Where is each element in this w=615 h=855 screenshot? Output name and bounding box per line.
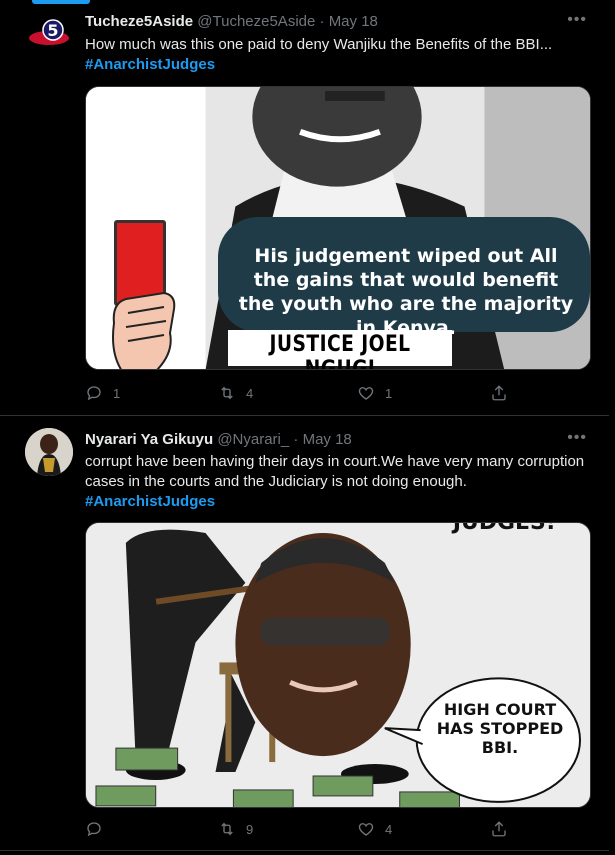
more-horizontal-icon[interactable]: •••	[567, 428, 587, 448]
separator: ·	[293, 431, 299, 448]
tweet-text: How much was this one paid to deny Wanji…	[85, 36, 553, 53]
author-handle[interactable]: @Tucheze5Aside	[197, 13, 315, 30]
cartoon-top-text: JUDGES!	[451, 523, 556, 535]
like-button[interactable]: 1	[357, 384, 392, 402]
cartoon-illustration: JUDGES!	[86, 523, 590, 807]
like-button[interactable]: 4	[357, 820, 392, 838]
hashtag-link[interactable]: #AnarchistJudges	[85, 492, 215, 512]
more-horizontal-icon[interactable]: •••	[567, 10, 587, 30]
hashtag-link[interactable]: #AnarchistJudges	[85, 55, 215, 75]
retweet-button[interactable]: 9	[218, 820, 253, 838]
tweet[interactable]: Nyarari Ya Gikuyu @Nyarari_ · May 18 •••…	[0, 416, 609, 850]
share-icon	[492, 385, 506, 401]
tweet-image[interactable]: JUDGES! HIGH COURT HAS	[85, 522, 591, 808]
speech-bubble-text: HIGH COURT HAS STOPPED BBI.	[436, 700, 564, 757]
reply-icon	[87, 822, 101, 837]
share-button[interactable]	[490, 820, 508, 838]
tweet-header: Nyarari Ya Gikuyu @Nyarari_ · May 18 •••	[85, 428, 587, 450]
hand-icon	[112, 291, 176, 369]
avatar[interactable]	[25, 428, 73, 476]
avatar-logo-text: 5	[47, 21, 58, 40]
reply-count: 1	[113, 385, 121, 401]
tweet-text: corrupt have been having their days in c…	[85, 453, 585, 490]
retweet-icon	[221, 386, 233, 400]
tweet-actions: 1 4 1	[85, 384, 510, 404]
media-caption: His judgement wiped out All the gains th…	[238, 245, 574, 339]
author-handle[interactable]: @Nyarari_	[217, 431, 289, 448]
tweet-header: Tucheze5Aside @Tucheze5Aside · May 18 ••…	[85, 10, 587, 32]
tweet-image[interactable]: His judgement wiped out All the gains th…	[85, 86, 591, 370]
reply-button[interactable]	[85, 820, 113, 838]
retweet-count: 4	[246, 385, 254, 401]
tweet-date[interactable]: May 18	[303, 431, 352, 448]
heart-icon	[358, 823, 374, 836]
tweet-date[interactable]: May 18	[329, 13, 378, 30]
share-button[interactable]	[490, 384, 508, 402]
author-name[interactable]: Tucheze5Aside	[85, 13, 193, 30]
retweet-button[interactable]: 4	[218, 384, 253, 402]
retweet-icon	[221, 822, 233, 836]
reply-icon	[87, 386, 101, 401]
tweet-actions: 9 4	[85, 820, 510, 840]
reply-button[interactable]: 1	[85, 384, 120, 402]
like-count: 4	[385, 821, 393, 837]
share-icon	[492, 821, 506, 837]
tweet-divider	[0, 850, 609, 851]
separator: ·	[319, 13, 325, 30]
tweet[interactable]: 5 Tucheze5Aside @Tucheze5Aside · May 18 …	[0, 0, 609, 415]
media-name: JUSTICE JOEL NGUGI	[269, 332, 411, 370]
like-count: 1	[385, 385, 393, 401]
avatar[interactable]: 5	[25, 10, 73, 58]
author-name[interactable]: Nyarari Ya Gikuyu	[85, 431, 213, 448]
retweet-count: 9	[246, 821, 254, 837]
heart-icon	[358, 387, 374, 400]
